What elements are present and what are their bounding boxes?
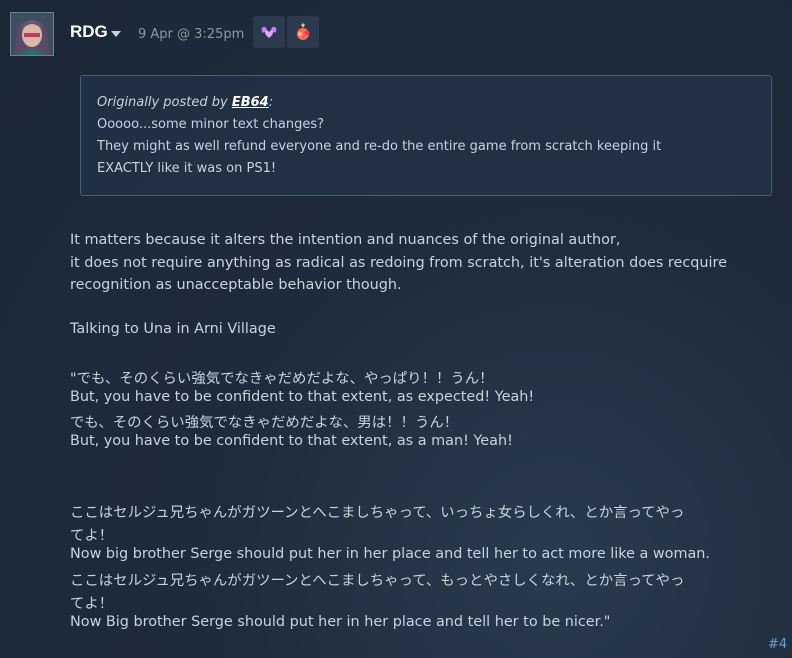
post-body-line: でも、そのくらい強気でなきゃだめだよな、男は！！うん！ xyxy=(70,415,459,431)
post-body-line: But, you have to be confident to that ex… xyxy=(70,389,535,405)
post-body-line: ここはセルジュ兄ちゃんがガツーンとへこましちゃって、いっちょ女らしくれ、とか言っ… xyxy=(70,505,685,521)
purple-heart-hands-award-icon xyxy=(261,26,277,38)
award-badge[interactable] xyxy=(253,16,285,48)
quote-prefix: Originally posted by xyxy=(97,95,232,110)
post-body-line: Now Big brother Serge should put her in … xyxy=(70,614,611,630)
quote-author-link[interactable]: EB64 xyxy=(232,95,269,110)
author-avatar[interactable] xyxy=(10,12,54,56)
fire-sparkle-award-icon xyxy=(297,22,310,40)
post-body-line: recognition as unacceptable behavior tho… xyxy=(70,277,402,293)
post-timestamp: 9 Apr @ 3:25pm xyxy=(138,27,245,42)
post-body-line: てよ！ xyxy=(70,528,114,544)
quote-line: EXACTLY like it was on PS1! xyxy=(97,161,277,176)
quote-suffix: : xyxy=(268,95,274,110)
forum-post: RDG 9 Apr @ 3:25pm Originally posted by … xyxy=(0,0,792,658)
post-body-line: It matters because it alters the intenti… xyxy=(70,232,621,248)
quote-line: They might as well refund everyone and r… xyxy=(97,139,662,154)
post-body-line: it does not require anything as radical … xyxy=(70,255,728,271)
post-body-line: ここはセルジュ兄ちゃんがガツーンとへこましちゃって、もっとやさしくなれ、とか言っ… xyxy=(70,573,685,589)
quote-line: Ooooo...some minor text changes? xyxy=(97,117,324,132)
award-badge[interactable] xyxy=(287,16,319,48)
post-body-line: Now big brother Serge should put her in … xyxy=(70,546,710,562)
author-name[interactable]: RDG xyxy=(70,22,108,42)
post-body-line: てよ！ xyxy=(70,596,114,612)
quote-block: Originally posted by EB64: Ooooo...some … xyxy=(80,75,772,196)
post-number-link[interactable]: #4 xyxy=(768,637,787,652)
author-dropdown-chevron-down-icon[interactable] xyxy=(111,31,121,37)
post-body-line: "でも、そのくらい強気でなきゃだめだよな、やっぱり！！うん！ xyxy=(70,371,494,387)
post-body-line: But, you have to be confident to that ex… xyxy=(70,433,513,449)
post-body-line: Talking to Una in Arni Village xyxy=(70,321,276,337)
quote-header: Originally posted by EB64: xyxy=(97,95,273,110)
